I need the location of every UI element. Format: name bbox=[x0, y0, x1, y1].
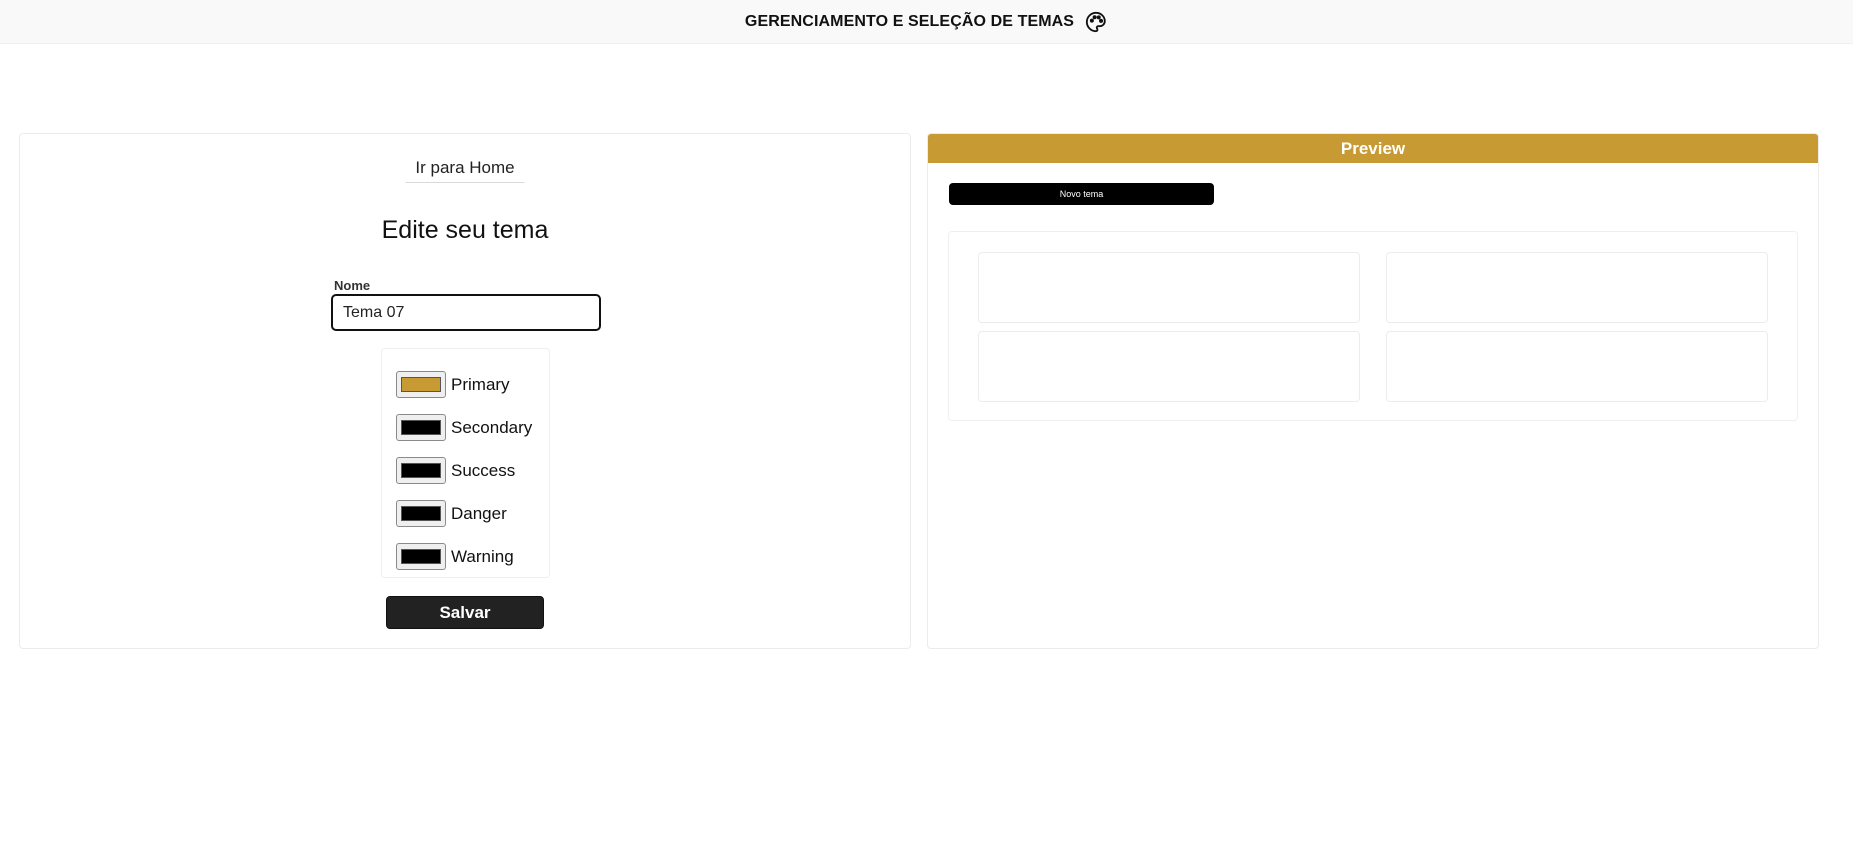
color-row-danger: Danger bbox=[382, 492, 549, 535]
warning-color-fill bbox=[401, 549, 441, 564]
preview-header: Preview bbox=[928, 134, 1818, 163]
color-row-warning: Warning bbox=[382, 535, 549, 578]
secondary-color-label: Secondary bbox=[451, 417, 533, 437]
secondary-color-picker[interactable] bbox=[396, 414, 446, 441]
color-row-secondary: Secondary bbox=[382, 406, 549, 449]
primary-color-picker[interactable] bbox=[396, 371, 446, 398]
go-home-link[interactable]: Ir para Home bbox=[405, 158, 525, 183]
warning-color-picker[interactable] bbox=[396, 543, 446, 570]
top-bar: GERENCIAMENTO E SELEÇÃO DE TEMAS bbox=[0, 0, 1853, 44]
color-row-primary: Primary bbox=[382, 363, 549, 406]
color-row-success: Success bbox=[382, 449, 549, 492]
preview-card bbox=[1386, 252, 1768, 323]
theme-name-input[interactable] bbox=[331, 294, 601, 331]
primary-color-label: Primary bbox=[451, 374, 510, 394]
page-title: GERENCIAMENTO E SELEÇÃO DE TEMAS bbox=[744, 12, 1075, 30]
preview-card bbox=[1386, 331, 1768, 402]
danger-color-picker[interactable] bbox=[396, 500, 446, 527]
preview-content-box bbox=[948, 231, 1798, 421]
save-button[interactable]: Salvar bbox=[386, 596, 544, 629]
secondary-color-fill bbox=[401, 420, 441, 435]
success-color-picker[interactable] bbox=[396, 457, 446, 484]
color-pickers-box: Primary Secondary Success Danger Warning bbox=[381, 348, 550, 578]
primary-color-fill bbox=[401, 377, 441, 392]
new-theme-button[interactable]: Novo tema bbox=[949, 183, 1214, 205]
success-color-fill bbox=[401, 463, 441, 478]
danger-color-fill bbox=[401, 506, 441, 521]
preview-panel: Preview Novo tema bbox=[927, 133, 1819, 649]
editor-title: Edite seu tema bbox=[381, 216, 549, 244]
warning-color-label: Warning bbox=[451, 546, 514, 566]
danger-color-label: Danger bbox=[451, 503, 507, 523]
palette-icon bbox=[1084, 10, 1108, 34]
name-label: Nome bbox=[334, 278, 371, 293]
preview-card bbox=[978, 331, 1360, 402]
preview-card bbox=[978, 252, 1360, 323]
success-color-label: Success bbox=[451, 460, 516, 480]
theme-editor-panel: Ir para Home Edite seu tema Nome Primary… bbox=[19, 133, 911, 649]
